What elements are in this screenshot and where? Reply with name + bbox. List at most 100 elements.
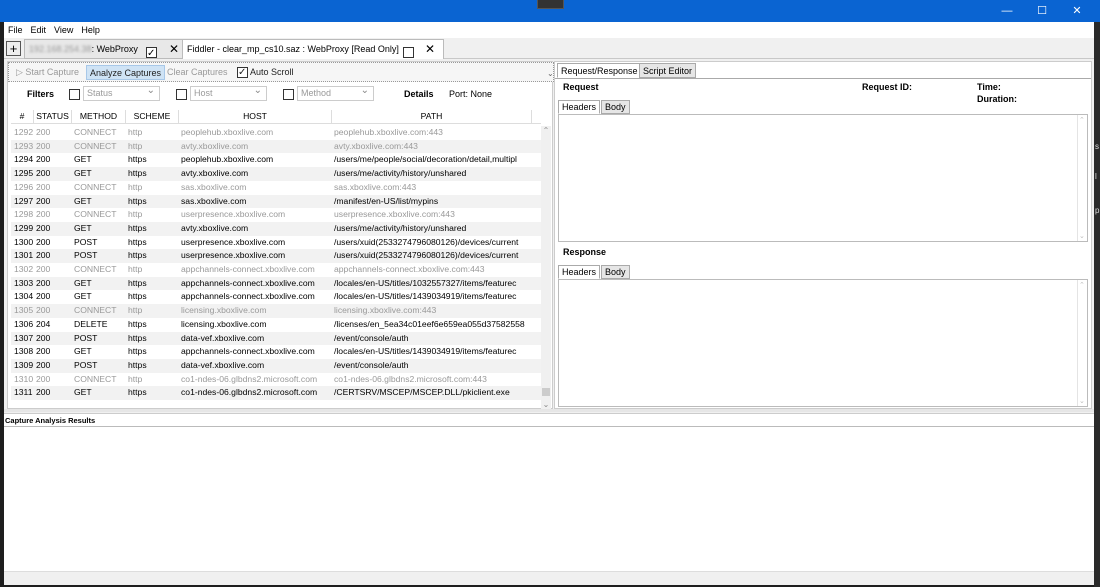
session-enable-checkbox[interactable] [403, 47, 414, 59]
host-filter-select[interactable]: Host [190, 84, 267, 101]
close-session-icon[interactable]: ✕ [169, 40, 179, 58]
response-scrollbar[interactable]: ⌃ ⌄ [1077, 280, 1087, 406]
scroll-up-icon[interactable]: ⌃ [541, 126, 551, 135]
row-host: sas.xboxlive.com [181, 195, 247, 206]
table-row[interactable]: 1299 200 GET https avty.xboxlive.com/users/m… [11, 221, 541, 236]
table-row[interactable]: 1296 200 CONNECT http sas.xboxlive.com sas.xb… [11, 181, 541, 195]
row-host: peoplehub.xboxlive.com [181, 154, 274, 165]
tab-request-response[interactable]: Request/Response [557, 63, 642, 78]
response-body-tab[interactable]: Body [601, 265, 630, 279]
menu-view[interactable]: View [50, 22, 77, 38]
title-grip[interactable] [537, 0, 564, 9]
row-path: appchannels-connect.xboxlive.com:443 [334, 264, 485, 274]
table-row[interactable]: 1308 200 GET https appchannels-connect.xboxl… [11, 345, 541, 359]
row-num: 1303 [14, 277, 34, 288]
host-filter-checkbox[interactable] [176, 89, 187, 101]
minimize-icon[interactable]: — [993, 2, 1021, 20]
results-panel: Capture Analysis Results [4, 413, 1094, 571]
menu-edit[interactable]: Edit [27, 22, 51, 38]
session-enable-checkbox[interactable] [146, 45, 157, 63]
table-row[interactable]: 1303 200 GET https appchannels-connect.xboxl… [11, 276, 541, 291]
table-row[interactable]: 1304 200 GET https appchannels-connect.xboxl… [11, 290, 541, 304]
col-header-status[interactable]: STATUS [34, 110, 72, 123]
table-row[interactable]: 1302 200 CONNECT http appchannels-connect.xb… [11, 263, 541, 277]
row-path: avty.xboxlive.com:443 [334, 140, 418, 151]
method-filter-select[interactable]: Method [297, 84, 374, 101]
session-tab-live[interactable]: 192.168.254.38: WebProxy ✕ [24, 39, 187, 63]
maximize-icon[interactable]: ☐ [1028, 2, 1056, 20]
table-row[interactable]: 1309 200 POST https data-vef.xboxlive.com/ev… [11, 358, 541, 373]
table-row[interactable]: 1293 200 CONNECT http avty.xboxlive.com avty.… [11, 139, 541, 154]
table-row[interactable]: 1300 200 POST https userpresence.xboxlive.co… [11, 236, 541, 250]
start-capture-button[interactable]: ▷ Start Capture [13, 65, 82, 80]
table-row[interactable]: 1294 200 GET https peoplehub.xboxlive.com/us… [11, 153, 541, 167]
row-host: appchannels-connect.xboxlive.com [181, 264, 315, 274]
row-host: avty.xboxlive.com [181, 222, 249, 233]
row-scheme: http [128, 305, 143, 316]
row-scheme: https [128, 277, 147, 288]
col-header-num[interactable]: # [11, 110, 34, 123]
table-row[interactable]: 1306 204 DELETE https licensing.xboxlive.com… [11, 318, 541, 332]
analyze-captures-button[interactable]: Analyze Captures [86, 65, 166, 80]
pane-splitter[interactable] [4, 409, 1094, 412]
status-filter-checkbox[interactable] [69, 89, 80, 101]
overflow-icon[interactable]: ⌄ [547, 69, 554, 78]
capture-pane: ▷ Start Capture Analyze Captures Clear C… [7, 61, 554, 409]
status-filter-select[interactable]: Status [83, 84, 160, 101]
row-scheme: http [128, 264, 143, 274]
row-method: GET [74, 277, 92, 288]
col-header-path[interactable]: PATH [332, 110, 532, 123]
scroll-up-icon: ⌃ [1079, 117, 1085, 124]
col-header-method[interactable]: METHOD [72, 110, 126, 123]
table-scrollbar[interactable]: ⌃ ⌄ [541, 126, 551, 409]
scroll-down-icon: ⌄ [1079, 233, 1085, 240]
request-content-box[interactable]: ⌃ ⌄ [558, 114, 1088, 242]
row-method: CONNECT [74, 264, 117, 274]
table-row[interactable]: 1295 200 GET https avty.xboxlive.com/users/m… [11, 167, 541, 181]
response-headers-tab[interactable]: Headers [558, 265, 601, 279]
request-body-tab[interactable]: Body [601, 100, 630, 114]
table-row[interactable]: 1292 200 CONNECT http peoplehub.xboxlive.com… [11, 126, 541, 140]
row-path: /licenses/en_5ea34c01eef6e659ea055d37582… [334, 318, 525, 329]
row-scheme: http [128, 181, 143, 192]
session-tab-saz[interactable]: Fiddler - clear_mp_cs10.saz : WebProxy [… [182, 39, 444, 59]
scroll-thumb[interactable] [542, 388, 550, 396]
row-scheme: https [128, 168, 147, 179]
table-row[interactable]: 1301 200 POST https userpresence.xboxlive.co… [11, 249, 541, 263]
row-host: licensing.xboxlive.com [181, 305, 267, 316]
col-header-host[interactable]: HOST [179, 110, 332, 123]
row-path: sas.xboxlive.com:443 [334, 181, 417, 192]
request-headers-tab[interactable]: Headers [558, 100, 601, 114]
row-scheme: http [128, 209, 143, 220]
auto-scroll-toggle[interactable]: Auto Scroll [234, 65, 297, 80]
scroll-down-icon[interactable]: ⌄ [541, 400, 551, 409]
auto-scroll-checkbox[interactable] [237, 65, 248, 80]
row-path: /manifest/en-US/list/mypins [334, 195, 439, 206]
clear-captures-button[interactable]: Clear Captures [164, 65, 231, 80]
row-path: /event/console/auth [334, 332, 409, 343]
add-session-button[interactable]: + [6, 41, 21, 56]
table-row[interactable]: 1307 200 POST https data-vef.xboxlive.com/ev… [11, 331, 541, 346]
tab-divider [555, 78, 1091, 79]
request-scrollbar[interactable]: ⌃ ⌄ [1077, 115, 1087, 241]
menu-help[interactable]: Help [77, 22, 104, 38]
method-filter-checkbox[interactable] [283, 89, 294, 101]
col-header-scheme[interactable]: SCHEME [126, 110, 179, 123]
table-row[interactable]: 1305 200 CONNECT http licensing.xboxlive.com… [11, 304, 541, 318]
menu-file[interactable]: File [4, 22, 27, 38]
tab-script-editor[interactable]: Script Editor [639, 63, 697, 78]
row-num: 1310 [14, 373, 34, 384]
row-method: GET [74, 346, 92, 357]
session-tabs: + 192.168.254.38: WebProxy ✕ Fiddler - c… [4, 38, 1094, 63]
row-path: licensing.xboxlive.com:443 [334, 305, 437, 316]
close-session-icon[interactable]: ✕ [425, 40, 435, 58]
response-content-box[interactable]: ⌃ ⌄ [558, 279, 1088, 407]
close-icon[interactable]: ✕ [1063, 2, 1091, 20]
table-row[interactable]: 1297 200 GET https sas.xboxlive.com/manifest… [11, 194, 541, 209]
row-host: avty.xboxlive.com [181, 140, 249, 151]
table-row[interactable]: 1298 200 CONNECT http userpresence.xboxlive.… [11, 208, 541, 222]
table-row[interactable]: 1311 200 GET https co1-ndes-06.glbdns2.micro… [11, 386, 541, 400]
row-status: 204 [36, 318, 51, 329]
table-row[interactable]: 1310 200 CONNECT http co1-ndes-06.glbdns2.mi… [11, 373, 541, 387]
row-host: sas.xboxlive.com [181, 181, 247, 192]
